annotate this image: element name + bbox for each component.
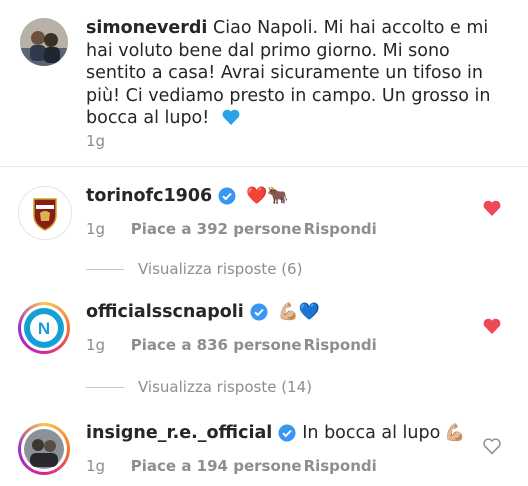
comment-emojis: ❤️🐂 bbox=[246, 186, 289, 206]
heart-icon[interactable] bbox=[482, 199, 502, 217]
view-replies[interactable]: Visualizza risposte (6) bbox=[86, 260, 386, 278]
view-replies-label[interactable]: Visualizza risposte (6) bbox=[138, 260, 302, 278]
post-caption: simoneverdi Ciao Napoli. Mi hai accolto … bbox=[0, 0, 528, 166]
comment-header: torinofc1906 ❤️🐂 bbox=[86, 186, 289, 206]
comment-header: officialsscnapoli 💪🏼💙 bbox=[86, 302, 320, 322]
verified-badge-icon bbox=[218, 187, 236, 205]
caption-divider bbox=[0, 166, 528, 167]
comment-header: insigne_r.e._official In bocca al lupo 💪… bbox=[86, 423, 466, 443]
comment-time: 1g bbox=[86, 457, 106, 475]
comment-meta: 1g Piace a 194 persone Rispondi bbox=[86, 457, 377, 475]
caption-time: 1g bbox=[86, 132, 106, 150]
comment-meta: 1g Piace a 836 persone Rispondi bbox=[86, 336, 377, 354]
comment-meta: 1g Piace a 392 persone Rispondi bbox=[86, 220, 377, 238]
view-replies-label[interactable]: Visualizza risposte (14) bbox=[138, 378, 312, 396]
caption-text: simoneverdi Ciao Napoli. Mi hai accolto … bbox=[86, 17, 506, 133]
comment-avatar-torino[interactable] bbox=[18, 186, 72, 240]
caption-avatar[interactable] bbox=[20, 18, 68, 66]
heart-icon[interactable] bbox=[482, 317, 502, 335]
verified-badge-icon bbox=[278, 424, 296, 442]
comment-emojis: 💪🏼💙 bbox=[277, 302, 321, 322]
comment-avatar-insigne[interactable] bbox=[18, 423, 70, 475]
comment-time: 1g bbox=[86, 220, 106, 238]
caption-username[interactable]: simoneverdi bbox=[86, 18, 207, 38]
comment-avatar-napoli[interactable]: N bbox=[18, 302, 70, 354]
svg-text:N: N bbox=[38, 319, 50, 338]
comment-likes[interactable]: Piace a 392 persone bbox=[131, 220, 302, 238]
comment-text: In bocca al lupo bbox=[302, 423, 441, 443]
comment-likes[interactable]: Piace a 836 persone bbox=[131, 336, 302, 354]
comment-emojis: 💪🏼 bbox=[444, 423, 466, 443]
heart-outline-icon[interactable] bbox=[482, 437, 502, 455]
reply-button[interactable]: Rispondi bbox=[304, 336, 377, 354]
comment-username[interactable]: torinofc1906 bbox=[86, 186, 212, 206]
replies-rule bbox=[86, 268, 124, 270]
blue-heart-emoji bbox=[221, 108, 241, 133]
view-replies[interactable]: Visualizza risposte (14) bbox=[86, 378, 386, 396]
comment-time: 1g bbox=[86, 336, 106, 354]
reply-button[interactable]: Rispondi bbox=[304, 457, 377, 475]
reply-button[interactable]: Rispondi bbox=[304, 220, 377, 238]
comment-likes[interactable]: Piace a 194 persone bbox=[131, 457, 302, 475]
comment-username[interactable]: insigne_r.e._official bbox=[86, 423, 272, 443]
replies-rule bbox=[86, 386, 124, 388]
comment-username[interactable]: officialsscnapoli bbox=[86, 302, 244, 322]
verified-badge-icon bbox=[250, 303, 268, 321]
